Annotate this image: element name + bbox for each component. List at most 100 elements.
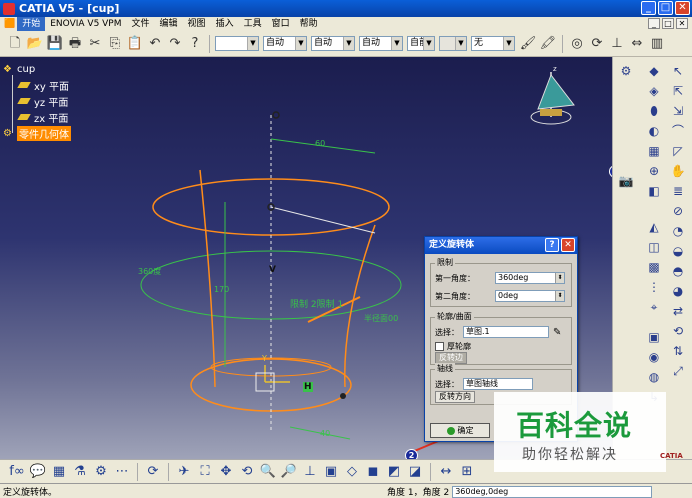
edge-fillet-icon[interactable]: ⌒ [669, 123, 687, 139]
transparency-select[interactable]: ▼ [439, 36, 467, 51]
barrel-icon[interactable]: ▥ [648, 35, 666, 53]
doc-close-button[interactable]: ✕ [676, 18, 688, 29]
copy-icon[interactable]: ⎘ [106, 35, 124, 53]
paste-icon[interactable]: 📋 [126, 35, 144, 53]
translate-icon[interactable]: ⇄ [669, 303, 687, 319]
minimize-button[interactable]: _ [641, 1, 656, 15]
sketch-edit-icon[interactable]: ✎ [553, 327, 561, 338]
command-input[interactable]: 360deg,0deg [452, 485, 653, 498]
doc-restore-button[interactable]: □ [662, 18, 674, 29]
whats-this-icon[interactable]: ? [186, 35, 204, 53]
profile-label[interactable]: 半径面00 [364, 313, 398, 324]
thread-icon[interactable]: ≣ [669, 183, 687, 199]
pattern-icon[interactable]: ▩ [645, 259, 663, 275]
dim-label-360[interactable]: 360度 [138, 266, 161, 277]
first-angle-input[interactable]: 360deg ⬍ [495, 272, 565, 284]
fit-all-icon[interactable]: ⛶ [196, 463, 214, 481]
comment-icon[interactable]: 💬 [29, 463, 47, 481]
update-icon[interactable]: ⟳ [144, 463, 162, 481]
doc-minimize-button[interactable]: _ [648, 18, 660, 29]
dim-label-60[interactable]: 60 [315, 139, 325, 148]
limit-label[interactable]: 限制 2限制 1 [290, 297, 343, 310]
second-angle-input[interactable]: 0deg ⬍ [495, 290, 565, 302]
shaft-icon[interactable]: ⬮ [645, 103, 663, 119]
groove-icon[interactable]: ◐ [645, 123, 663, 139]
maximize-button[interactable]: □ [658, 1, 673, 15]
remove-icon[interactable]: ◓ [669, 263, 687, 279]
symmetry-icon[interactable]: ⇅ [669, 343, 687, 359]
spinner-icon[interactable]: ⬍ [555, 291, 564, 301]
dialog-help-button[interactable]: ? [545, 238, 559, 252]
new-file-icon[interactable]: 🗋 [6, 35, 24, 53]
multi-select-icon[interactable]: ⇱ [669, 83, 687, 99]
profile-select-input[interactable]: 草图.1 [463, 326, 549, 338]
menu-window[interactable]: 窗口 [267, 17, 295, 31]
tree-item-xy-plane[interactable]: xy 平面 [3, 77, 71, 93]
menu-view[interactable]: 视图 [183, 17, 211, 31]
swap-space-icon[interactable]: ◪ [406, 463, 424, 481]
redo-icon[interactable]: ↷ [166, 35, 184, 53]
menu-file[interactable]: 文件 [127, 17, 155, 31]
fly-icon[interactable]: ✈ [175, 463, 193, 481]
point-type-select[interactable]: 自动 ▼ [359, 36, 403, 51]
spinner-icon[interactable]: ⬍ [555, 273, 564, 283]
hole-icon[interactable]: ▦ [645, 143, 663, 159]
boolean-icon[interactable]: ◉ [645, 349, 663, 365]
dialog-close-button[interactable]: ✕ [561, 238, 575, 252]
camera-icon[interactable]: 📷 [617, 173, 635, 189]
measure-icon[interactable]: ⇔ [628, 35, 646, 53]
rib-icon[interactable]: ◧ [645, 183, 663, 199]
tree-root[interactable]: ❖ cup [3, 61, 71, 77]
material-icon[interactable]: ◍ [645, 369, 663, 385]
zoom-in-icon[interactable]: 🔍 [259, 463, 277, 481]
draft-icon[interactable]: ◭ [645, 219, 663, 235]
rotate-view-icon[interactable]: ⟲ [238, 463, 256, 481]
render-style-icon[interactable]: ◼ [364, 463, 382, 481]
print-icon[interactable]: 🖶 [66, 35, 84, 53]
ok-button[interactable]: 确定 [430, 423, 490, 438]
parameters-icon[interactable]: ⋯ [113, 463, 131, 481]
catia-menu-icon[interactable]: 🟧 [2, 17, 17, 31]
target-icon[interactable]: ⊕ [645, 163, 663, 179]
save-icon[interactable]: 💾 [46, 35, 64, 53]
axis-select-input[interactable]: 草图轴线 [463, 378, 533, 390]
painter-icon[interactable]: 🖌 [519, 35, 537, 53]
linetype-select[interactable]: 自动 ▼ [263, 36, 307, 51]
pocket-icon[interactable]: ◈ [645, 83, 663, 99]
hide-show-icon[interactable]: ◩ [385, 463, 403, 481]
axis-system-icon[interactable]: ⊥ [608, 35, 626, 53]
chamfer-icon[interactable]: ◸ [669, 143, 687, 159]
menu-enovia[interactable]: ENOVIA V5 VPM [45, 17, 126, 31]
menu-insert[interactable]: 插入 [211, 17, 239, 31]
cut-icon[interactable]: ✂ [86, 35, 104, 53]
sew-icon[interactable]: ◒ [669, 243, 687, 259]
shell-icon[interactable]: ◫ [645, 239, 663, 255]
close-button[interactable]: ✕ [675, 1, 690, 15]
rotate-view-icon[interactable]: ⟳ [588, 35, 606, 53]
thick-profile-checkbox[interactable] [435, 341, 444, 351]
layer-select[interactable]: 自前 ▼ [407, 36, 435, 51]
pan-icon[interactable]: ✥ [217, 463, 235, 481]
tree-item-zx-plane[interactable]: zx 平面 [3, 109, 71, 125]
catalog-icon[interactable]: ⚙ [92, 463, 110, 481]
undo-icon[interactable]: ↶ [146, 35, 164, 53]
filter-select[interactable]: 无 ▼ [471, 36, 515, 51]
dim-label-height[interactable]: 170 [214, 285, 229, 294]
menu-start[interactable]: 开始 [17, 17, 46, 31]
split-icon[interactable]: ⊘ [669, 203, 687, 219]
multi-view-icon[interactable]: ▣ [322, 463, 340, 481]
brush-icon[interactable]: 🖍 [539, 35, 557, 53]
move-icon[interactable]: ⇲ [669, 103, 687, 119]
menu-edit[interactable]: 编辑 [155, 17, 183, 31]
reverse-direction-button[interactable]: 反转方向 [435, 391, 475, 403]
formula-icon[interactable]: f∞ [8, 463, 26, 481]
analysis-icon[interactable]: ▣ [645, 329, 663, 345]
thickness-select[interactable]: 自动 ▼ [311, 36, 355, 51]
scale-icon[interactable]: ⤢ [669, 363, 687, 379]
rotate-icon[interactable]: ⟲ [669, 323, 687, 339]
select-arrow-icon[interactable]: ↖ [669, 63, 687, 79]
open-folder-icon[interactable]: 📂 [26, 35, 44, 53]
zoom-out-icon[interactable]: 🔎 [280, 463, 298, 481]
thicken-icon[interactable]: ◔ [669, 223, 687, 239]
compass-icon[interactable]: z [530, 65, 575, 125]
